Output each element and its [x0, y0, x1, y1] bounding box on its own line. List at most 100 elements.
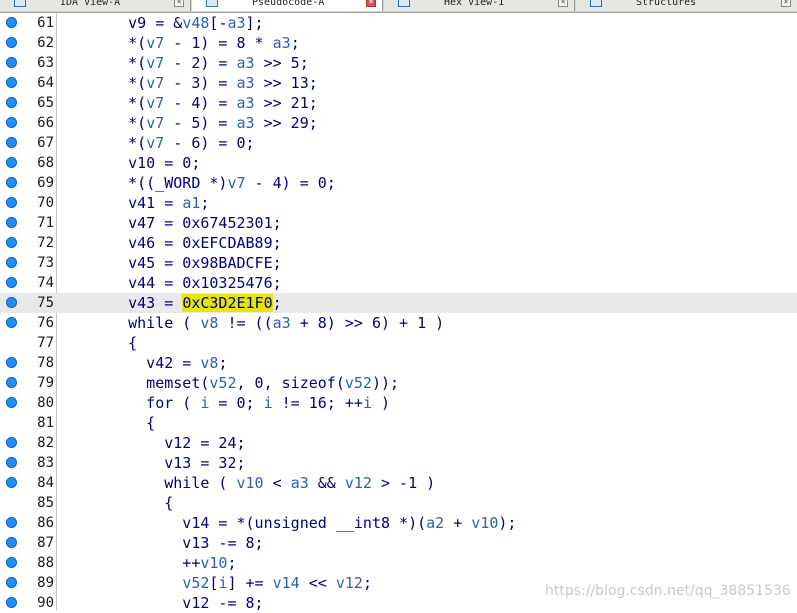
- variable-token[interactable]: a3: [273, 314, 291, 332]
- code-text[interactable]: v13 = 32;: [92, 453, 245, 473]
- code-line[interactable]: 63 *(v7 - 2) = a3 >> 5;: [0, 53, 797, 73]
- code-line[interactable]: 85 {: [0, 493, 797, 513]
- code-token[interactable]: v12 -= 8;: [92, 594, 263, 612]
- code-token[interactable]: +: [444, 514, 471, 532]
- variable-token[interactable]: a3: [237, 114, 255, 132]
- code-token[interactable]: > -1 ): [372, 474, 435, 492]
- code-token[interactable]: - 4) =: [164, 94, 236, 112]
- code-token[interactable]: <<: [300, 574, 336, 592]
- code-token[interactable]: - 1) = 8 *: [164, 34, 272, 52]
- code-text[interactable]: v14 = *(unsigned __int8 *)(a2 + v10);: [92, 513, 516, 533]
- tab-close-icon[interactable]: ×: [174, 0, 184, 7]
- variable-token[interactable]: v10: [471, 514, 498, 532]
- code-text[interactable]: while ( v10 < a3 && v12 > -1 ): [92, 473, 435, 493]
- tab-close-icon[interactable]: ×: [781, 0, 791, 7]
- variable-token[interactable]: v48: [182, 14, 209, 32]
- tab-1[interactable]: IDA View-A ×: [0, 0, 191, 11]
- code-token[interactable]: *(: [92, 34, 146, 52]
- code-line[interactable]: 64 *(v7 - 3) = a3 >> 13;: [0, 73, 797, 93]
- code-token[interactable]: <: [264, 474, 291, 492]
- variable-token[interactable]: a2: [426, 514, 444, 532]
- code-token[interactable]: for (: [92, 394, 200, 412]
- code-token[interactable]: + 8) >> 6) + 1 ): [291, 314, 445, 332]
- code-line[interactable]: 76 while ( v8 != ((a3 + 8) >> 6) + 1 ): [0, 313, 797, 333]
- variable-token[interactable]: v7: [146, 54, 164, 72]
- variable-token[interactable]: v8: [200, 354, 218, 372]
- code-token[interactable]: >> 13;: [255, 74, 318, 92]
- breakpoint-dot-icon[interactable]: [6, 97, 17, 108]
- code-token[interactable]: *((_WORD *): [92, 174, 227, 192]
- code-text[interactable]: *(v7 - 1) = 8 * a3;: [92, 33, 300, 53]
- tab-close-icon[interactable]: ×: [366, 0, 376, 7]
- variable-token[interactable]: v12: [345, 474, 372, 492]
- code-token[interactable]: v43 =: [92, 294, 182, 312]
- code-line[interactable]: 73 v45 = 0x98BADCFE;: [0, 253, 797, 273]
- tab-3[interactable]: Hex View-1 ×: [384, 0, 575, 11]
- code-token[interactable]: = 0;: [209, 394, 263, 412]
- code-line[interactable]: 89 v52[i] += v14 << v12;: [0, 573, 797, 593]
- code-line[interactable]: 79 memset(v52, 0, sizeof(v52));: [0, 373, 797, 393]
- code-line[interactable]: 82 v12 = 24;: [0, 433, 797, 453]
- code-line[interactable]: 77 {: [0, 333, 797, 353]
- breakpoint-dot-icon[interactable]: [6, 397, 17, 408]
- code-line[interactable]: 84 while ( v10 < a3 && v12 > -1 ): [0, 473, 797, 493]
- code-line[interactable]: 74 v44 = 0x10325476;: [0, 273, 797, 293]
- code-token[interactable]: v9 = &: [92, 14, 182, 32]
- breakpoint-dot-icon[interactable]: [6, 597, 17, 608]
- code-token[interactable]: , 0, sizeof(: [237, 374, 345, 392]
- code-token[interactable]: );: [498, 514, 516, 532]
- code-token[interactable]: - 6) = 0;: [164, 134, 254, 152]
- variable-token[interactable]: i: [363, 394, 372, 412]
- code-line[interactable]: 62 *(v7 - 1) = 8 * a3;: [0, 33, 797, 53]
- code-text[interactable]: v42 = v8;: [92, 353, 227, 373]
- code-text[interactable]: *(v7 - 4) = a3 >> 21;: [92, 93, 318, 113]
- code-token[interactable]: >> 29;: [255, 114, 318, 132]
- code-token[interactable]: v47 = 0x67452301;: [92, 214, 282, 232]
- code-token[interactable]: ;: [200, 194, 209, 212]
- code-token[interactable]: {: [92, 494, 173, 512]
- code-line[interactable]: 68 v10 = 0;: [0, 153, 797, 173]
- code-text[interactable]: {: [92, 493, 173, 513]
- variable-token[interactable]: v10: [200, 554, 227, 572]
- code-token[interactable]: - 2) =: [164, 54, 236, 72]
- code-line-highlighted[interactable]: 75 v43 = 0xC3D2E1F0;: [0, 293, 797, 313]
- code-token[interactable]: ;: [273, 294, 282, 312]
- variable-token[interactable]: v14: [273, 574, 300, 592]
- breakpoint-dot-icon[interactable]: [6, 257, 17, 268]
- code-token[interactable]: *(: [92, 54, 146, 72]
- code-text[interactable]: v13 -= 8;: [92, 533, 263, 553]
- breakpoint-dot-icon[interactable]: [6, 297, 17, 308]
- breakpoint-dot-icon[interactable]: [6, 477, 17, 488]
- code-text[interactable]: v47 = 0x67452301;: [92, 213, 282, 233]
- code-token[interactable]: >> 5;: [255, 54, 309, 72]
- code-token[interactable]: ;: [363, 574, 372, 592]
- code-token[interactable]: - 4) = 0;: [246, 174, 336, 192]
- code-text[interactable]: {: [92, 333, 137, 353]
- breakpoint-dot-icon[interactable]: [6, 237, 17, 248]
- code-text[interactable]: memset(v52, 0, sizeof(v52));: [92, 373, 399, 393]
- code-line[interactable]: 65 *(v7 - 4) = a3 >> 21;: [0, 93, 797, 113]
- code-text[interactable]: *(v7 - 6) = 0;: [92, 133, 254, 153]
- code-token[interactable]: &&: [309, 474, 345, 492]
- code-text[interactable]: v12 = 24;: [92, 433, 245, 453]
- variable-token[interactable]: v7: [146, 114, 164, 132]
- breakpoint-dot-icon[interactable]: [6, 317, 17, 328]
- variable-token[interactable]: v7: [146, 134, 164, 152]
- code-token[interactable]: ;: [227, 554, 236, 572]
- code-token[interactable]: v12 = 24;: [92, 434, 245, 452]
- code-token[interactable]: ++: [92, 554, 200, 572]
- code-text[interactable]: v46 = 0xEFCDAB89;: [92, 233, 282, 253]
- code-text[interactable]: v44 = 0x10325476;: [92, 273, 282, 293]
- variable-token[interactable]: v52: [209, 374, 236, 392]
- variable-token[interactable]: v12: [336, 574, 363, 592]
- code-token[interactable]: [92, 574, 182, 592]
- variable-token[interactable]: v8: [200, 314, 218, 332]
- highlighted-token[interactable]: 0xC3D2E1F0: [182, 294, 273, 312]
- code-token[interactable]: v42 =: [92, 354, 200, 372]
- breakpoint-dot-icon[interactable]: [6, 57, 17, 68]
- code-token[interactable]: while (: [92, 314, 200, 332]
- code-line[interactable]: 66 *(v7 - 5) = a3 >> 29;: [0, 113, 797, 133]
- variable-token[interactable]: a3: [227, 14, 245, 32]
- code-text[interactable]: v9 = &v48[-a3];: [92, 13, 263, 33]
- breakpoint-dot-icon[interactable]: [6, 217, 17, 228]
